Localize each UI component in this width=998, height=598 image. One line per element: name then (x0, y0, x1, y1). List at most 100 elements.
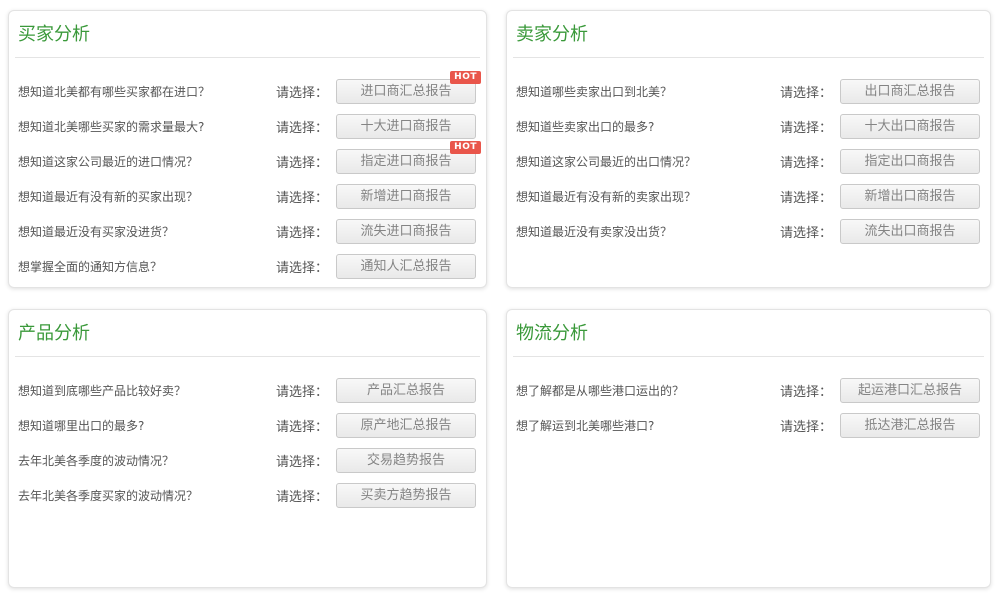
report-row: 想知道哪里出口的最多? 请选择： 原产地汇总报告 (9, 408, 486, 443)
buyer-seller-trend-report-button[interactable]: 买卖方趋势报告 (336, 483, 476, 508)
report-rows: 想知道哪些卖家出口到北美？ 请选择： 出口商汇总报告 想知道些卖家出口的最多? … (507, 74, 990, 249)
new-exporters-report-button[interactable]: 新增出口商报告 (840, 184, 980, 209)
top-ten-importers-report-button[interactable]: 十大进口商报告 (336, 114, 476, 139)
question-text: 想掌握全面的通知方信息？ (18, 258, 276, 275)
panel-logistics-analysis: 物流分析 想了解都是从哪些港口运出的？ 请选择： 起运港口汇总报告 想了解运到北… (506, 309, 991, 588)
trade-trend-report-button[interactable]: 交易趋势报告 (336, 448, 476, 473)
select-label: 请选择： (780, 187, 832, 206)
button-wrapper: 通知人汇总报告 (336, 254, 476, 279)
panel-buyer-analysis: 买家分析 想知道北美都有哪些买家都在进口？ 请选择： 进口商汇总报告 HOT 想… (8, 10, 487, 288)
panel-title-product-analysis: 产品分析 (18, 323, 478, 345)
panel-product-analysis: 产品分析 想知道到底哪些产品比较好卖？ 请选择： 产品汇总报告 想知道哪里出口的… (8, 309, 487, 588)
new-importers-report-button[interactable]: 新增进口商报告 (336, 184, 476, 209)
lost-importers-report-button[interactable]: 流失进口商报告 (336, 219, 476, 244)
panel-seller-analysis: 卖家分析 想知道哪些卖家出口到北美？ 请选择： 出口商汇总报告 想知道些卖家出口… (506, 10, 991, 288)
select-label: 请选择： (276, 187, 328, 206)
question-text: 想知道哪里出口的最多? (18, 417, 276, 434)
exporter-summary-report-button[interactable]: 出口商汇总报告 (840, 79, 980, 104)
select-label: 请选择： (276, 222, 328, 241)
select-label: 请选择： (780, 222, 832, 241)
button-wrapper: 流失出口商报告 (840, 219, 980, 244)
report-row: 想掌握全面的通知方信息？ 请选择： 通知人汇总报告 (9, 249, 486, 284)
button-wrapper: 新增出口商报告 (840, 184, 980, 209)
button-wrapper: 原产地汇总报告 (336, 413, 476, 438)
hot-badge: HOT (450, 141, 481, 154)
product-summary-report-button[interactable]: 产品汇总报告 (336, 378, 476, 403)
question-text: 想了解运到北美哪些港口? (516, 417, 780, 434)
notify-party-summary-report-button[interactable]: 通知人汇总报告 (336, 254, 476, 279)
report-row: 想了解都是从哪些港口运出的？ 请选择： 起运港口汇总报告 (507, 373, 990, 408)
question-text: 想知道北美都有哪些买家都在进口？ (18, 83, 276, 100)
select-label: 请选择： (276, 416, 328, 435)
button-wrapper: 交易趋势报告 (336, 448, 476, 473)
button-wrapper: 流失进口商报告 (336, 219, 476, 244)
arrival-port-summary-report-button[interactable]: 抵达港汇总报告 (840, 413, 980, 438)
report-rows: 想知道北美都有哪些买家都在进口？ 请选择： 进口商汇总报告 HOT 想知道北美哪… (9, 74, 486, 284)
question-text: 去年北美各季度的波动情况？ (18, 452, 276, 469)
panel-divider (15, 57, 480, 58)
select-label: 请选择： (276, 486, 328, 505)
report-row: 想了解运到北美哪些港口? 请选择： 抵达港汇总报告 (507, 408, 990, 443)
select-label: 请选择： (780, 82, 832, 101)
panel-divider (15, 356, 480, 357)
panel-divider (513, 57, 984, 58)
select-label: 请选择： (780, 416, 832, 435)
question-text: 想了解都是从哪些港口运出的？ (516, 382, 780, 399)
button-wrapper: 十大进口商报告 (336, 114, 476, 139)
select-label: 请选择： (276, 381, 328, 400)
button-wrapper: 出口商汇总报告 (840, 79, 980, 104)
select-label: 请选择： (780, 381, 832, 400)
question-text: 想知道最近有没有新的买家出现？ (18, 188, 276, 205)
button-wrapper: 指定进口商报告 HOT (336, 149, 476, 174)
question-text: 想知道这家公司最近的出口情况？ (516, 153, 780, 170)
report-row: 去年北美各季度的波动情况？ 请选择： 交易趋势报告 (9, 443, 486, 478)
button-wrapper: 抵达港汇总报告 (840, 413, 980, 438)
select-label: 请选择： (276, 152, 328, 171)
report-rows: 想知道到底哪些产品比较好卖？ 请选择： 产品汇总报告 想知道哪里出口的最多? 请… (9, 373, 486, 513)
select-label: 请选择： (276, 117, 328, 136)
report-row: 想知道最近有没有新的卖家出现？ 请选择： 新增出口商报告 (507, 179, 990, 214)
hot-badge: HOT (450, 71, 481, 84)
report-row: 想知道哪些卖家出口到北美？ 请选择： 出口商汇总报告 (507, 74, 990, 109)
select-label: 请选择： (780, 152, 832, 171)
departure-port-summary-report-button[interactable]: 起运港口汇总报告 (840, 378, 980, 403)
report-row: 想知道到底哪些产品比较好卖？ 请选择： 产品汇总报告 (9, 373, 486, 408)
report-rows: 想了解都是从哪些港口运出的？ 请选择： 起运港口汇总报告 想了解运到北美哪些港口… (507, 373, 990, 443)
top-ten-exporters-report-button[interactable]: 十大出口商报告 (840, 114, 980, 139)
report-row: 想知道些卖家出口的最多? 请选择： 十大出口商报告 (507, 109, 990, 144)
report-row: 想知道最近有没有新的买家出现？ 请选择： 新增进口商报告 (9, 179, 486, 214)
report-row: 想知道这家公司最近的进口情况？ 请选择： 指定进口商报告 HOT (9, 144, 486, 179)
question-text: 想知道些卖家出口的最多? (516, 118, 780, 135)
report-row: 想知道最近没有卖家没出货？ 请选择： 流失出口商报告 (507, 214, 990, 249)
origin-summary-report-button[interactable]: 原产地汇总报告 (336, 413, 476, 438)
select-label: 请选择： (276, 257, 328, 276)
button-wrapper: 新增进口商报告 (336, 184, 476, 209)
button-wrapper: 进口商汇总报告 HOT (336, 79, 476, 104)
report-row: 想知道最近没有买家没进货？ 请选择： 流失进口商报告 (9, 214, 486, 249)
specified-exporter-report-button[interactable]: 指定出口商报告 (840, 149, 980, 174)
question-text: 想知道最近没有买家没进货？ (18, 223, 276, 240)
button-wrapper: 指定出口商报告 (840, 149, 980, 174)
report-row: 想知道这家公司最近的出口情况？ 请选择： 指定出口商报告 (507, 144, 990, 179)
question-text: 去年北美各季度买家的波动情况？ (18, 487, 276, 504)
button-wrapper: 起运港口汇总报告 (840, 378, 980, 403)
button-wrapper: 买卖方趋势报告 (336, 483, 476, 508)
button-wrapper: 十大出口商报告 (840, 114, 980, 139)
select-label: 请选择： (276, 82, 328, 101)
question-text: 想知道最近没有卖家没出货？ (516, 223, 780, 240)
panel-title-buyer-analysis: 买家分析 (18, 24, 478, 46)
question-text: 想知道哪些卖家出口到北美？ (516, 83, 780, 100)
report-row: 想知道北美都有哪些买家都在进口？ 请选择： 进口商汇总报告 HOT (9, 74, 486, 109)
button-wrapper: 产品汇总报告 (336, 378, 476, 403)
panel-divider (513, 356, 984, 357)
report-row: 想知道北美哪些买家的需求量最大? 请选择： 十大进口商报告 (9, 109, 486, 144)
question-text: 想知道最近有没有新的卖家出现？ (516, 188, 780, 205)
lost-exporters-report-button[interactable]: 流失出口商报告 (840, 219, 980, 244)
question-text: 想知道这家公司最近的进口情况？ (18, 153, 276, 170)
select-label: 请选择： (780, 117, 832, 136)
question-text: 想知道北美哪些买家的需求量最大? (18, 118, 276, 135)
panel-title-seller-analysis: 卖家分析 (516, 24, 982, 46)
panel-title-logistics-analysis: 物流分析 (516, 323, 982, 345)
select-label: 请选择： (276, 451, 328, 470)
report-row: 去年北美各季度买家的波动情况？ 请选择： 买卖方趋势报告 (9, 478, 486, 513)
